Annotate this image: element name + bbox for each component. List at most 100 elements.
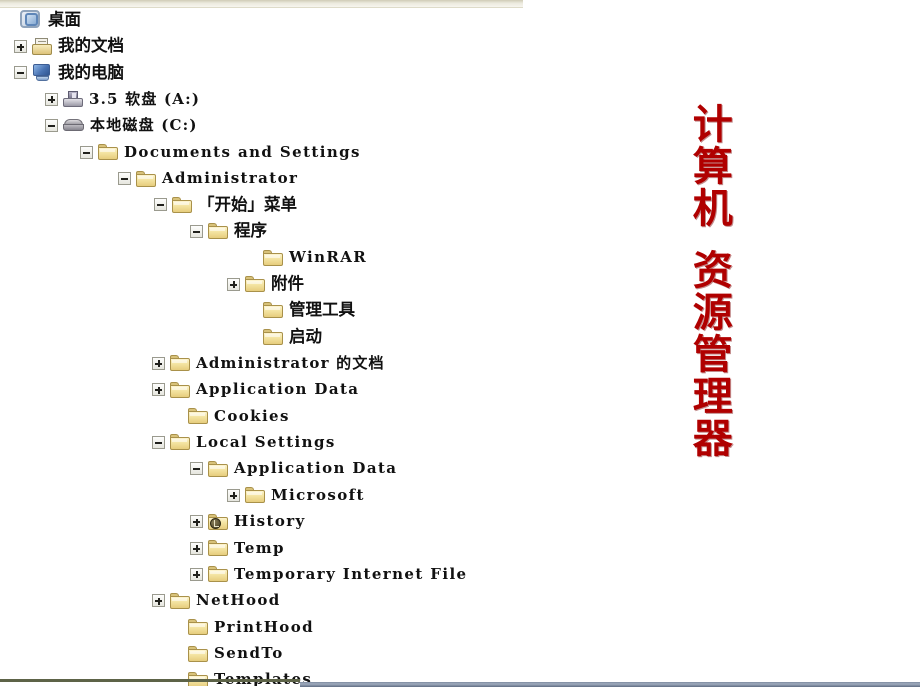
tree-row[interactable]: 管理工具 <box>0 297 523 323</box>
tree-row[interactable]: 3.5 软盘 (A:) <box>0 86 523 112</box>
tree-row-label: Local Settings <box>196 432 336 451</box>
folder-icon <box>208 223 228 240</box>
folder-icon <box>263 328 283 345</box>
my-documents-folder-icon <box>32 38 52 56</box>
folder-icon <box>188 619 208 636</box>
window-bottom-edge-left <box>0 679 300 682</box>
tree-row[interactable]: 程序 <box>0 218 523 244</box>
tree-row-label: 我的文档 <box>58 36 124 56</box>
toggle-placeholder <box>170 410 183 423</box>
tree-row[interactable]: 附件 <box>0 271 523 297</box>
toggle-placeholder <box>170 621 183 634</box>
expand-toggle-icon[interactable] <box>190 541 203 555</box>
tree-row[interactable]: SendTo <box>0 640 523 666</box>
tree-row-label: Cookies <box>214 406 290 425</box>
tree-row[interactable]: Administrator <box>0 165 523 191</box>
expand-toggle-icon[interactable] <box>14 40 27 54</box>
tree-row-label: 启动 <box>289 326 322 346</box>
tree-row[interactable]: WinRAR <box>0 245 523 271</box>
tree-row-label: 本地磁盘 (C:) <box>90 116 198 135</box>
expand-toggle-icon[interactable] <box>45 92 58 106</box>
tree-row[interactable]: Local Settings <box>0 429 523 455</box>
expand-toggle-icon[interactable] <box>190 515 203 529</box>
folder-icon <box>188 408 208 425</box>
tree-row[interactable]: Temporary Internet File <box>0 561 523 587</box>
tree-row-label: 管理工具 <box>289 300 355 320</box>
tree-row-label: 3.5 软盘 (A:) <box>89 89 201 108</box>
tree-row[interactable]: NetHood <box>0 588 523 614</box>
expand-toggle-icon[interactable] <box>152 356 165 370</box>
tree-row[interactable]: Microsoft <box>0 482 523 508</box>
folder-icon <box>263 302 283 319</box>
expand-toggle-icon[interactable] <box>227 277 240 291</box>
folder-icon <box>208 540 228 556</box>
tree-row[interactable]: 我的文档 <box>0 33 523 59</box>
collapse-toggle-icon[interactable] <box>118 172 131 186</box>
folder-icon <box>208 460 228 477</box>
folder-icon <box>208 566 228 583</box>
folder-icon <box>245 276 265 293</box>
tree-row-label: PrintHood <box>214 617 314 636</box>
tree-row-label: WinRAR <box>289 248 368 267</box>
expand-toggle-icon[interactable] <box>152 594 165 608</box>
tree-row-label: Temp <box>234 538 285 557</box>
tree-row-label: NetHood <box>196 591 281 610</box>
collapse-toggle-icon[interactable] <box>154 198 167 212</box>
hard-disk-icon <box>63 119 84 132</box>
collapse-toggle-icon[interactable] <box>45 119 58 133</box>
tree-row-label: History <box>234 512 306 531</box>
toggle-placeholder <box>245 330 258 343</box>
tree-row-label: 我的电脑 <box>58 62 124 82</box>
folder-icon <box>136 170 156 187</box>
my-computer-icon <box>32 63 52 82</box>
tree-row-label: Administrator 的文档 <box>196 353 385 372</box>
tree-row-label: Temporary Internet File <box>234 564 468 583</box>
collapse-toggle-icon[interactable] <box>152 435 165 449</box>
tree-row-label: 「开始」菜单 <box>198 194 297 214</box>
tree-row[interactable]: 本地磁盘 (C:) <box>0 113 523 139</box>
tree-row[interactable]: 「开始」菜单 <box>0 192 523 218</box>
tree-row-label: Application Data <box>234 459 398 478</box>
toggle-placeholder <box>245 304 258 317</box>
expand-toggle-icon[interactable] <box>190 567 203 581</box>
folder-icon <box>170 355 190 372</box>
tree-row[interactable]: 桌面 <box>0 7 523 33</box>
expand-toggle-icon[interactable] <box>152 383 165 397</box>
collapse-toggle-icon[interactable] <box>80 145 93 159</box>
tree-row-label: 程序 <box>234 221 267 241</box>
expand-toggle-icon[interactable] <box>227 488 240 502</box>
tree-row[interactable]: Documents and Settings <box>0 139 523 165</box>
tree-row-label: SendTo <box>214 644 284 663</box>
tree-row[interactable]: Application Data <box>0 376 523 402</box>
collapse-toggle-icon[interactable] <box>14 66 27 80</box>
tree-row-label: 附件 <box>271 273 304 293</box>
collapse-toggle-icon[interactable] <box>190 224 203 238</box>
collapse-toggle-icon[interactable] <box>190 462 203 476</box>
folder-icon <box>263 249 283 266</box>
toggle-placeholder <box>2 14 15 27</box>
folder-icon <box>98 144 118 161</box>
slide-title-line-1: 计算机 <box>685 103 732 229</box>
tree-row[interactable]: Cookies <box>0 403 523 429</box>
window-bottom-edge-right <box>300 682 920 687</box>
folder-icon <box>170 592 190 609</box>
tree-row[interactable]: Application Data <box>0 456 523 482</box>
floppy-drive-icon <box>63 90 83 108</box>
tree-row[interactable]: Temp <box>0 535 523 561</box>
tree-row[interactable]: 我的电脑 <box>0 60 523 86</box>
tree-row[interactable]: 启动 <box>0 324 523 350</box>
folder-icon <box>188 645 208 662</box>
history-folder-icon <box>208 513 228 530</box>
toggle-placeholder <box>245 251 258 264</box>
tree-row[interactable]: PrintHood <box>0 614 523 640</box>
tree-row-label: Administrator <box>162 169 299 188</box>
folder-icon <box>245 487 265 504</box>
desktop-icon <box>20 10 42 30</box>
folder-icon <box>170 381 190 398</box>
folder-tree[interactable]: 桌面我的文档我的电脑 3.5 软盘 (A:) 本地磁盘 (C:) Documents … <box>0 7 523 686</box>
tree-row[interactable]: Administrator 的文档 <box>0 350 523 376</box>
tree-row-label: Application Data <box>196 380 360 399</box>
tree-row[interactable]: History <box>0 508 523 534</box>
slide-title: 计算机 资源管理器 <box>685 103 748 459</box>
slide-title-line-2: 资源管理器 <box>685 249 732 459</box>
